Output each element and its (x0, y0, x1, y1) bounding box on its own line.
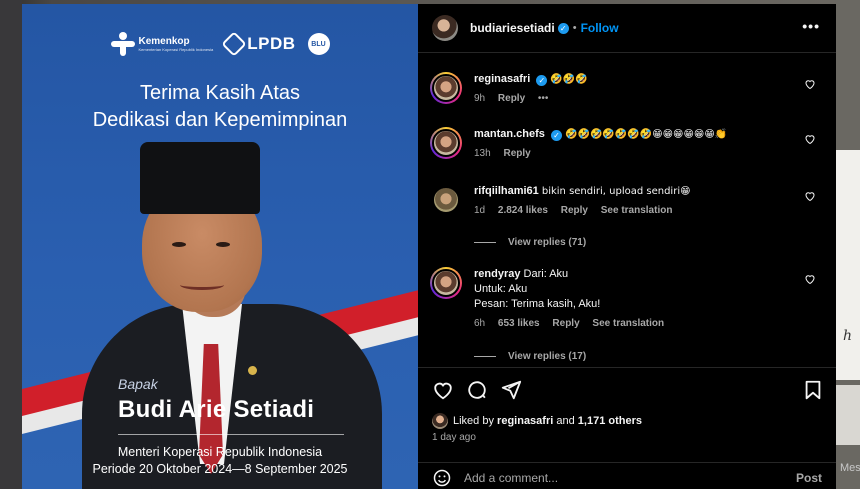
commenter-username[interactable]: mantan.chefs (474, 128, 545, 140)
like-comment-icon[interactable] (804, 190, 816, 202)
comment-body: rendyray Dari: Aku Untuk: Aku Pesan: Ter… (474, 267, 804, 331)
post-comment-button[interactable]: Post (796, 471, 822, 485)
role-title: Menteri Koperasi Republik Indonesia (117, 445, 323, 459)
like-icon[interactable] (432, 379, 454, 401)
more-options-icon[interactable]: ••• (802, 18, 820, 34)
verified-icon: ✓ (550, 130, 562, 141)
comment-more-icon[interactable]: ••• (538, 93, 549, 104)
comment-meta: 13h Reply (474, 146, 804, 161)
others-count[interactable]: 1,171 others (578, 415, 642, 427)
liked-by-label: Liked by (453, 415, 494, 427)
caption-divider (118, 434, 344, 435)
peci-cap (140, 142, 260, 214)
liker-avatar[interactable] (432, 413, 448, 429)
follow-button[interactable]: Follow (581, 21, 619, 35)
share-icon[interactable] (500, 379, 522, 401)
add-comment-bar: Add a comment... Post (418, 462, 836, 489)
view-replies-label[interactable]: View replies (71) (508, 237, 586, 248)
liker-username[interactable]: reginasafri (497, 415, 553, 427)
add-comment-input[interactable]: Add a comment... (464, 471, 558, 485)
verified-icon: ✓ (557, 22, 569, 34)
and-label: and (556, 415, 575, 427)
background-right: h Mess (836, 0, 860, 489)
background-text: Mess (840, 462, 860, 474)
view-replies-button[interactable]: View replies (17) (474, 351, 586, 362)
emoji-icon[interactable] (432, 468, 452, 488)
comment-time: 1d (474, 205, 486, 216)
person-name: Budi Arie Setiadi (118, 396, 315, 423)
comment-body: mantan.chefs ✓ 🤣🤣🤣🤣🤣🤣🤣😁😁😁😁😁😁👏 13h Reply (474, 127, 804, 161)
reply-button[interactable]: Reply (561, 205, 588, 216)
commenter-username[interactable]: reginasafri (474, 73, 530, 85)
role-period: Periode 20 Oktober 2024—8 September 2025 (92, 462, 348, 476)
comment-text: 🤣🤣🤣 (550, 74, 588, 85)
comment-likes[interactable]: 2.824 likes (498, 205, 548, 216)
see-translation-link[interactable]: See translation (601, 205, 673, 216)
commenter-username[interactable]: rifqiilhami61 (474, 185, 539, 197)
comment-text-line-2: Untuk: Aku (474, 283, 528, 295)
comment-body: reginasafri ✓ 🤣🤣🤣 9h Reply ••• (474, 72, 804, 106)
reply-button[interactable]: Reply (498, 93, 525, 104)
honorific: Bapak (118, 376, 158, 392)
replies-line (474, 356, 496, 357)
lapel-pin-icon (248, 366, 257, 375)
like-comment-icon[interactable] (804, 78, 816, 90)
view-replies-button[interactable]: View replies (71) (474, 237, 586, 248)
author-avatar[interactable] (432, 15, 458, 41)
mouth (180, 280, 224, 290)
post-side-panel: budiariesetiadi ✓ • Follow ••• reginasaf… (418, 4, 836, 489)
comment-text: 🤣🤣🤣🤣🤣🤣🤣😁😁😁😁😁😁👏 (565, 129, 728, 140)
reply-button[interactable]: Reply (552, 318, 579, 329)
background-glyph: h (843, 328, 853, 344)
comment-text-line-1: Dari: Aku (523, 268, 569, 280)
background-left (0, 0, 22, 489)
comment-meta: 1d 2.824 likes Reply See translation (474, 203, 804, 218)
like-comment-icon[interactable] (804, 273, 816, 285)
background-card: h (836, 150, 860, 380)
post-header: budiariesetiadi ✓ • Follow ••• (418, 4, 836, 53)
comment-text-line-3: Pesan: Terima kasih, Aku! (474, 298, 601, 310)
replies-line (474, 242, 496, 243)
background-card-lower (836, 385, 860, 445)
author-username[interactable]: budiariesetiadi (470, 21, 555, 35)
like-comment-icon[interactable] (804, 133, 816, 145)
comment-time: 13h (474, 148, 491, 159)
caption-role: Menteri Koperasi Republik Indonesia Peri… (22, 444, 418, 478)
commenter-avatar[interactable] (430, 127, 462, 159)
commenter-avatar[interactable] (430, 72, 462, 104)
eye-right (216, 242, 230, 247)
comment-body: rifqiilhami61 bikin sendiri, upload send… (474, 184, 804, 218)
comment-time: 6h (474, 318, 486, 329)
see-translation-link[interactable]: See translation (592, 318, 664, 329)
save-icon[interactable] (802, 379, 824, 401)
eye-left (172, 242, 186, 247)
comment-meta: 6h 653 likes Reply See translation (474, 316, 804, 331)
post-time[interactable]: 1 day ago (432, 432, 476, 443)
post-image[interactable]: Kemenkop Kementerian Koperasi Republik I… (22, 4, 418, 489)
view-replies-label[interactable]: View replies (17) (508, 351, 586, 362)
comment-icon[interactable] (466, 379, 488, 401)
comment-time: 9h (474, 93, 486, 104)
comment-text: bikin sendiri, upload sendiri😁 (541, 186, 691, 197)
reply-button[interactable]: Reply (503, 148, 530, 159)
comment-meta: 9h Reply ••• (474, 91, 804, 106)
commenter-username[interactable]: rendyray (474, 268, 520, 280)
comment-likes[interactable]: 653 likes (498, 318, 540, 329)
header-separator: • (572, 22, 577, 34)
likes-summary: Liked by reginasafri and 1,171 others (432, 413, 642, 429)
commenter-avatar[interactable] (430, 267, 462, 299)
post-actions (418, 367, 836, 411)
commenter-avatar[interactable] (430, 184, 462, 216)
screen: h Mess Kemenkop Kementerian Koperasi Rep… (0, 0, 860, 489)
verified-icon: ✓ (536, 75, 548, 86)
